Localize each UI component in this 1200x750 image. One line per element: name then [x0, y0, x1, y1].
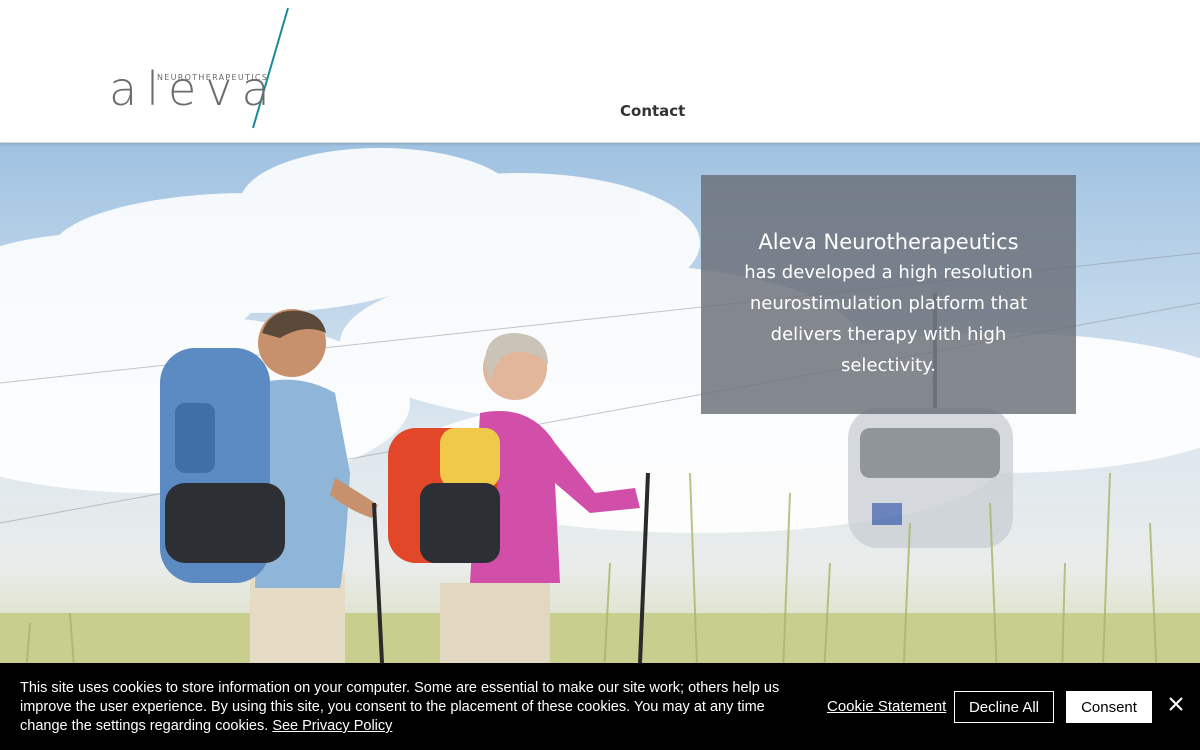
site-header: NEUROTHERAPEUTICS aleva Contact — [0, 0, 1200, 143]
nav-contact-link[interactable]: Contact — [620, 102, 685, 120]
hero-title: Aleva Neurotherapeutics — [758, 230, 1019, 254]
cookie-statement-link[interactable]: Cookie Statement — [827, 698, 946, 715]
cookie-banner: This site uses cookies to store informat… — [0, 663, 1200, 750]
logo-wordmark: aleva — [109, 62, 279, 116]
privacy-policy-link[interactable]: See Privacy Policy — [272, 718, 392, 734]
close-icon[interactable] — [1166, 694, 1186, 714]
hero-description: has developed a high resolution neurosti… — [744, 262, 1033, 376]
hero-info-box: Aleva Neurotherapeutics has developed a … — [701, 175, 1076, 414]
cookie-message-text: This site uses cookies to store informat… — [20, 680, 780, 734]
consent-button[interactable]: Consent — [1066, 691, 1152, 723]
aleva-logo[interactable]: NEUROTHERAPEUTICS aleva — [105, 6, 295, 132]
cookie-message: This site uses cookies to store informat… — [20, 679, 810, 736]
decline-all-button[interactable]: Decline All — [954, 691, 1054, 723]
